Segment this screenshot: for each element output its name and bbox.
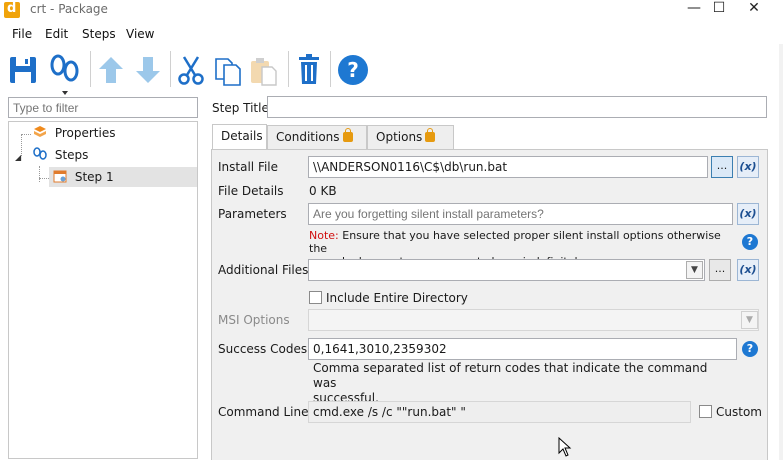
- tree-item-label: Properties: [54, 126, 116, 140]
- minimize-button[interactable]: —: [680, 0, 708, 18]
- step-title-input[interactable]: [267, 96, 767, 118]
- command-line-label: Command Line: [218, 405, 309, 419]
- tab-details[interactable]: Details: [212, 124, 267, 150]
- parameters-input[interactable]: [308, 203, 733, 225]
- success-codes-field[interactable]: 0,1641,3010,2359302: [308, 338, 737, 360]
- close-button[interactable]: ✕: [740, 0, 768, 18]
- browse-additional-files-button[interactable]: ...: [709, 259, 731, 281]
- lock-icon: [342, 128, 353, 142]
- step-icon: [53, 170, 67, 183]
- help-icon[interactable]: ?: [742, 341, 758, 357]
- tab-label: Details: [221, 129, 263, 143]
- menu-bar: File Edit Steps View: [0, 24, 783, 44]
- description-text: Comma separated list of return codes tha…: [313, 361, 708, 390]
- custom-label: Custom: [716, 405, 762, 419]
- help-icon[interactable]: ?: [742, 234, 758, 250]
- steps-icon[interactable]: [48, 51, 80, 95]
- paste-icon[interactable]: [248, 51, 280, 87]
- window-title: crt - Package: [30, 2, 108, 16]
- toolbar: ?: [0, 47, 783, 95]
- tree-item-label: Step 1: [74, 170, 114, 184]
- menu-edit[interactable]: Edit: [45, 27, 68, 41]
- install-file-variable-button[interactable]: (x): [737, 156, 759, 178]
- tab-label: Conditions: [276, 130, 340, 144]
- install-file-label: Install File: [218, 160, 279, 174]
- save-icon[interactable]: [8, 51, 40, 87]
- parameters-variable-button[interactable]: (x): [737, 203, 759, 225]
- browse-install-file-button[interactable]: ...: [711, 156, 733, 178]
- tree-item-properties[interactable]: Properties: [33, 123, 115, 143]
- steps-icon: [33, 147, 47, 160]
- mouse-cursor-icon: [558, 437, 572, 457]
- menu-view[interactable]: View: [126, 27, 154, 41]
- note-prefix: Note:: [309, 229, 339, 242]
- success-codes-label: Success Codes: [218, 342, 308, 356]
- tab-conditions[interactable]: Conditions: [267, 125, 367, 149]
- expand-arrow-icon[interactable]: ◢: [15, 153, 21, 162]
- note-text: Ensure that you have selected proper sil…: [309, 229, 721, 255]
- additional-files-label: Additional Files: [218, 263, 309, 277]
- additional-files-variable-button[interactable]: (x): [737, 259, 759, 281]
- maximize-button[interactable]: ☐: [705, 0, 733, 18]
- tree-item-steps[interactable]: Steps: [33, 145, 88, 165]
- cut-icon[interactable]: [175, 51, 207, 87]
- tab-label: Options: [376, 130, 423, 144]
- custom-checkbox[interactable]: [699, 405, 712, 418]
- step-tree: Properties ◢ Steps Step 1: [8, 121, 198, 459]
- menu-steps[interactable]: Steps: [82, 27, 116, 41]
- command-line-field[interactable]: cmd.exe /s /c ""run.bat" ": [308, 401, 691, 423]
- msi-options-select[interactable]: [308, 309, 759, 331]
- move-down-icon[interactable]: [132, 51, 164, 87]
- filter-input[interactable]: [8, 97, 198, 118]
- lock-icon: [425, 128, 436, 142]
- tree-item-label: Steps: [54, 148, 89, 162]
- move-up-icon[interactable]: [95, 51, 127, 87]
- additional-files-select[interactable]: [308, 259, 705, 281]
- help-icon[interactable]: ?: [336, 51, 368, 87]
- include-directory-checkbox[interactable]: [309, 291, 322, 304]
- menu-file[interactable]: File: [12, 27, 32, 41]
- step-title-label: Step Title: [212, 101, 269, 115]
- delete-icon[interactable]: [294, 51, 326, 87]
- chevron-down-icon[interactable]: ▼: [741, 311, 758, 329]
- install-file-field[interactable]: \\ANDERSON0116\C$\db\run.bat: [308, 156, 708, 178]
- scrollbar[interactable]: [779, 44, 783, 460]
- file-details-value: 0 KB: [309, 184, 337, 198]
- parameters-label: Parameters: [218, 207, 287, 221]
- success-codes-description: Comma separated list of return codes tha…: [313, 361, 733, 406]
- chevron-down-icon[interactable]: ▼: [686, 261, 703, 279]
- copy-icon[interactable]: [212, 51, 244, 87]
- properties-icon: [34, 126, 46, 137]
- title-bar: crt - Package — ☐ ✕: [0, 0, 783, 21]
- msi-options-label: MSI Options: [218, 313, 290, 327]
- svg-text:?: ?: [347, 58, 359, 82]
- tree-item-step-1[interactable]: Step 1: [49, 167, 197, 187]
- include-directory-label: Include Entire Directory: [326, 291, 468, 305]
- file-details-label: File Details: [218, 184, 284, 198]
- tab-options[interactable]: Options: [367, 125, 454, 149]
- app-logo-icon: [4, 1, 20, 18]
